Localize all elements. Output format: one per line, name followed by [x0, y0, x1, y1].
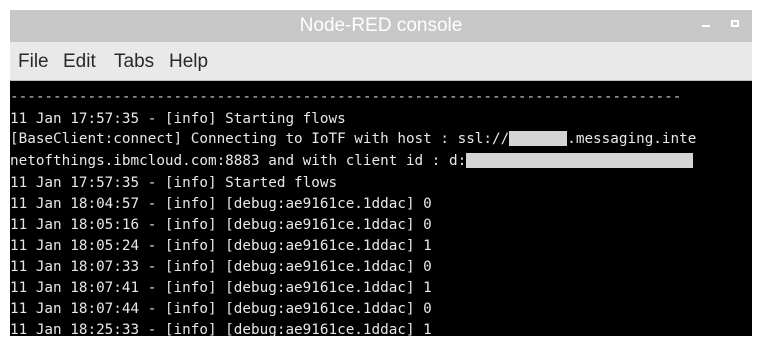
menu-bar: File Edit Tabs Help	[10, 42, 752, 80]
log-line: 11 Jan 17:57:35 - [info] Started flows	[10, 175, 338, 191]
log-line: 11 Jan 18:07:33 - [info] [debug:ae9161ce…	[10, 259, 432, 275]
window-title: Node-RED console	[299, 15, 463, 36]
log-text: netofthings.ibmcloud.com:8883 and with c…	[10, 153, 467, 169]
log-line: 11 Jan 18:05:16 - [info] [debug:ae9161ce…	[10, 217, 432, 233]
log-line: netofthings.ibmcloud.com:8883 and with c…	[10, 151, 694, 171]
redacted-host	[509, 130, 568, 146]
log-line: 11 Jan 18:04:57 - [info] [debug:ae9161ce…	[10, 196, 432, 212]
maximize-button[interactable]	[728, 16, 746, 34]
menu-tabs[interactable]: Tabs	[114, 51, 154, 73]
log-text: [BaseClient:connect] Connecting to IoTF …	[10, 131, 510, 147]
log-line: 11 Jan 18:25:33 - [info] [debug:ae9161ce…	[10, 322, 432, 336]
minimize-icon	[702, 25, 710, 27]
menu-file[interactable]: File	[18, 51, 49, 73]
terminal-output[interactable]: ----------------------------------------…	[10, 81, 752, 336]
node-red-console-window: Node-RED console File Edit Tabs Help ---…	[10, 10, 752, 336]
log-line: 11 Jan 17:57:35 - [info] Starting flows	[10, 111, 346, 127]
log-line: 11 Jan 18:07:41 - [info] [debug:ae9161ce…	[10, 280, 432, 296]
separator-line: ----------------------------------------…	[10, 89, 682, 105]
title-bar[interactable]: Node-RED console	[10, 10, 752, 42]
log-line: 11 Jan 18:05:24 - [info] [debug:ae9161ce…	[10, 238, 432, 254]
log-line: 11 Jan 18:07:44 - [info] [debug:ae9161ce…	[10, 301, 432, 317]
maximize-icon	[731, 20, 739, 27]
minimize-button[interactable]	[698, 16, 716, 34]
log-line: [BaseClient:connect] Connecting to IoTF …	[10, 129, 696, 149]
redacted-client-id	[466, 152, 694, 168]
log-text: .messaging.inte	[567, 131, 697, 147]
menu-help[interactable]: Help	[169, 51, 208, 73]
menu-edit[interactable]: Edit	[63, 51, 96, 73]
